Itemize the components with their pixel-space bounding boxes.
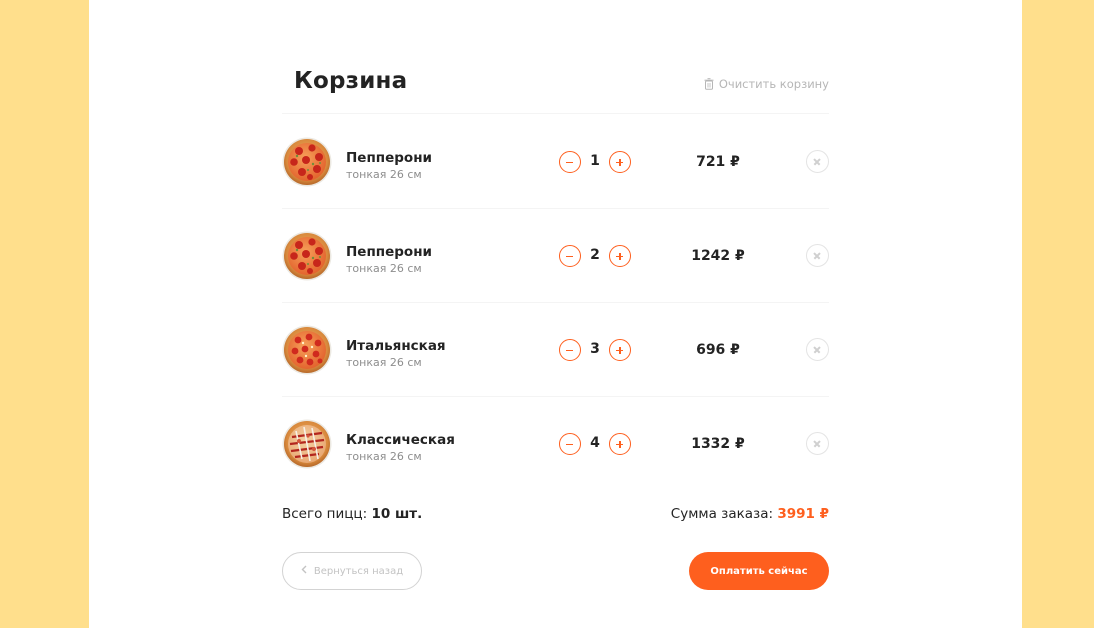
item-price: 1332 ₽ — [691, 436, 745, 452]
item-description: тонкая 26 см — [346, 356, 422, 369]
cart-header: Корзина Очистить корзину — [282, 64, 829, 114]
page-title: Корзина — [294, 68, 408, 94]
item-info: Пепперони тонкая 26 см — [346, 150, 432, 181]
item-price: 721 ₽ — [696, 154, 740, 170]
item-name: Пепперони — [346, 150, 432, 166]
remove-item-button[interactable] — [806, 244, 829, 267]
decrease-quantity-button[interactable] — [559, 151, 581, 173]
order-total-value: 3991 ₽ — [777, 506, 829, 522]
item-description: тонкая 26 см — [346, 262, 422, 275]
cart-sheet: Корзина Очистить корзину Пепперони тонка… — [89, 0, 1022, 628]
quantity-stepper: 4 — [559, 433, 631, 455]
cart-item: Пепперони тонкая 26 см 2 1242 ₽ — [282, 209, 829, 303]
remove-item-button[interactable] — [806, 338, 829, 361]
total-count-value: 10 шт. — [371, 506, 423, 522]
quantity-value: 1 — [590, 153, 600, 169]
remove-item-button[interactable] — [806, 150, 829, 173]
total-count-label: Всего пицц: — [282, 506, 368, 522]
item-name: Итальянская — [346, 338, 446, 354]
quantity-stepper: 1 — [559, 151, 631, 173]
trash-icon — [704, 78, 714, 90]
chevron-left-icon — [301, 565, 307, 577]
cart-item: Итальянская тонкая 26 см 3 696 ₽ — [282, 303, 829, 397]
quantity-stepper: 2 — [559, 245, 631, 267]
item-name: Классическая — [346, 432, 455, 448]
increase-quantity-button[interactable] — [609, 245, 631, 267]
cart-container: Корзина Очистить корзину Пепперони тонка… — [282, 0, 829, 628]
increase-quantity-button[interactable] — [609, 339, 631, 361]
remove-item-button[interactable] — [806, 432, 829, 455]
italian-pizza-icon — [282, 325, 332, 375]
cart-summary: Всего пицц: 10 шт. Сумма заказа: 3991 ₽ — [282, 506, 829, 526]
item-description: тонкая 26 см — [346, 450, 422, 463]
go-back-button[interactable]: Вернуться назад — [282, 552, 422, 590]
pay-now-label: Оплатить сейчас — [710, 565, 808, 577]
cart-item: Классическая тонкая 26 см 4 1332 ₽ — [282, 397, 829, 491]
item-name: Пепперони — [346, 244, 432, 260]
decrease-quantity-button[interactable] — [559, 433, 581, 455]
item-info: Классическая тонкая 26 см — [346, 432, 455, 463]
item-price: 696 ₽ — [696, 342, 740, 358]
decrease-quantity-button[interactable] — [559, 339, 581, 361]
decrease-quantity-button[interactable] — [559, 245, 581, 267]
item-info: Итальянская тонкая 26 см — [346, 338, 446, 369]
quantity-value: 4 — [590, 435, 600, 451]
item-info: Пепперони тонкая 26 см — [346, 244, 432, 275]
item-price: 1242 ₽ — [691, 248, 745, 264]
cart-item: Пепперони тонкая 26 см 1 721 ₽ — [282, 115, 829, 209]
pepperoni-pizza-icon — [282, 231, 332, 281]
pay-now-button[interactable]: Оплатить сейчас — [689, 552, 829, 590]
increase-quantity-button[interactable] — [609, 433, 631, 455]
quantity-value: 3 — [590, 341, 600, 357]
item-description: тонкая 26 см — [346, 168, 422, 181]
order-total-label: Сумма заказа: — [670, 506, 774, 522]
classic-pizza-icon — [282, 419, 332, 469]
clear-cart-button[interactable]: Очистить корзину — [704, 77, 829, 91]
quantity-stepper: 3 — [559, 339, 631, 361]
increase-quantity-button[interactable] — [609, 151, 631, 173]
go-back-label: Вернуться назад — [313, 565, 404, 577]
clear-cart-label: Очистить корзину — [718, 77, 829, 91]
quantity-value: 2 — [590, 247, 600, 263]
order-total: Сумма заказа: 3991 ₽ — [671, 506, 829, 522]
pepperoni-pizza-icon — [282, 137, 332, 187]
total-pizza-count: Всего пицц: 10 шт. — [282, 506, 422, 522]
